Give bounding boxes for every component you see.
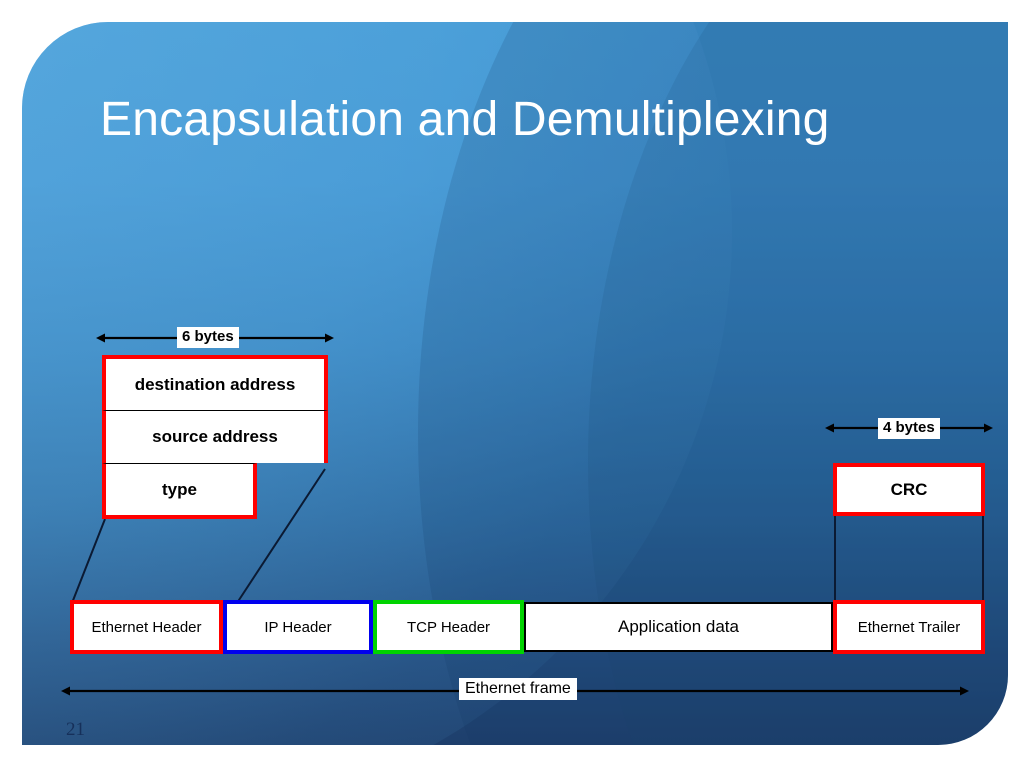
- frame-segment-application-data: Application data: [524, 602, 833, 652]
- expanded-field-label: destination address: [134, 374, 296, 394]
- expanded-field-crc: CRC: [833, 463, 985, 516]
- six-bytes-label: 6 bytes: [177, 327, 239, 348]
- frame-segment-ethernet-trailer: Ethernet Trailer: [833, 600, 985, 654]
- four-bytes-label: 4 bytes: [878, 418, 940, 439]
- expanded-field-label: CRC: [890, 479, 928, 499]
- frame-segment-ethernet-header: Ethernet Header: [70, 600, 223, 654]
- leader-line-left: [71, 518, 106, 604]
- ethernet-frame-label: Ethernet frame: [459, 678, 577, 700]
- frame-segment-label: TCP Header: [406, 618, 491, 636]
- expanded-field-destination-address: destination address: [102, 355, 328, 410]
- page-number: 21: [66, 719, 85, 740]
- expanded-field-label: type: [162, 479, 197, 499]
- frame-segment-label: Application data: [618, 617, 739, 636]
- frame-segment-label: Ethernet Header: [91, 618, 202, 636]
- frame-segment-tcp-header: TCP Header: [373, 600, 524, 654]
- encapsulation-diagram: destination address source address type …: [22, 22, 1008, 745]
- slide-canvas: Encapsulation and Demultiplexing destina…: [0, 0, 1024, 768]
- expanded-field-type: type: [102, 463, 257, 519]
- expanded-field-label: source address: [152, 427, 278, 446]
- frame-segment-label: Ethernet Trailer: [857, 618, 961, 636]
- frame-segment-label: IP Header: [264, 618, 332, 636]
- presentation-slide: Encapsulation and Demultiplexing destina…: [22, 22, 1008, 745]
- frame-segment-ip-header: IP Header: [223, 600, 373, 654]
- expanded-field-source-address: source address: [102, 410, 328, 463]
